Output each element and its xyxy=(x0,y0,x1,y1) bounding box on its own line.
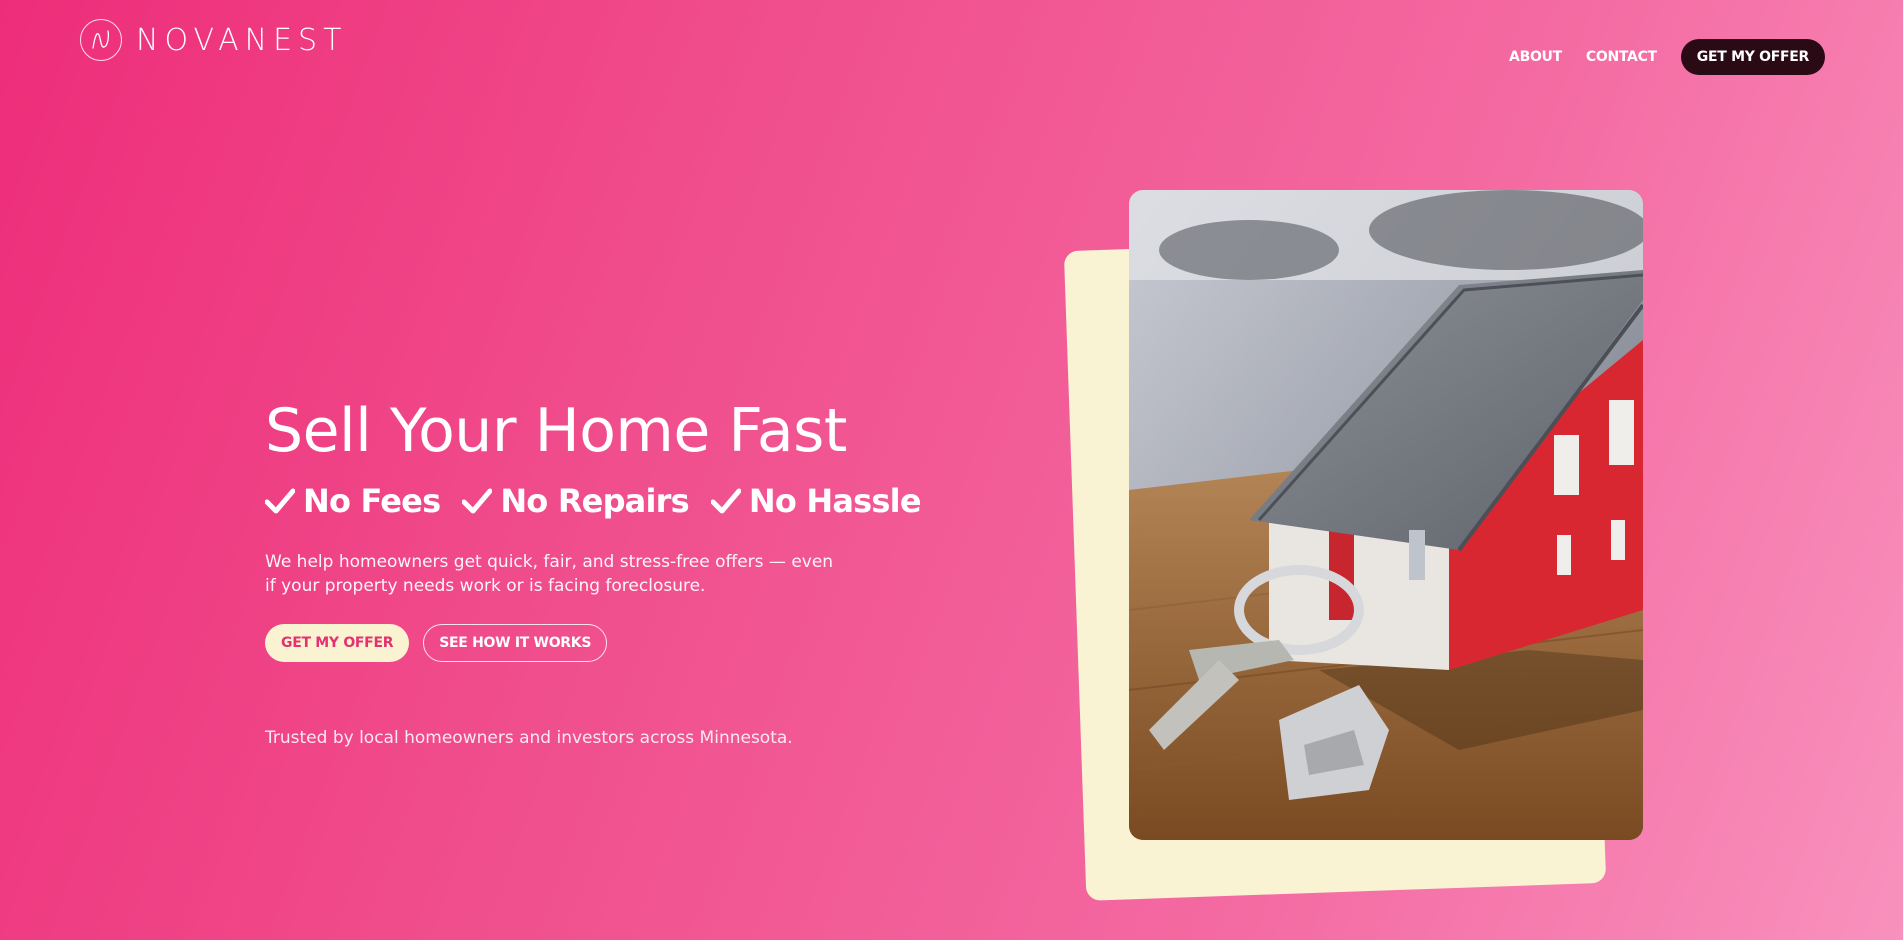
hero-section: Sell Your Home Fast No Fees No Repairs N… xyxy=(265,396,922,748)
hero-buttons: GET MY OFFER SEE HOW IT WORKS xyxy=(265,624,905,662)
logo-n-icon xyxy=(80,19,122,61)
house-keys-photo xyxy=(1129,190,1643,840)
how-it-works-button[interactable]: SEE HOW IT WORKS xyxy=(423,624,608,662)
main-nav: ABOUT CONTACT GET MY OFFER xyxy=(1509,39,1825,75)
benefit-no-hassle: No Hassle xyxy=(710,482,922,520)
benefit-label: No Fees xyxy=(303,482,441,520)
checkmark-icon xyxy=(265,488,295,514)
brand-name: NOVANEST xyxy=(136,22,348,58)
trust-text: Trusted by local homeowners and investor… xyxy=(265,728,793,748)
hero-title: Sell Your Home Fast xyxy=(265,396,847,466)
benefit-label: No Repairs xyxy=(500,482,689,520)
checkmark-icon xyxy=(710,488,741,514)
benefit-no-fees: No Fees xyxy=(265,482,441,520)
benefits-list: No Fees No Repairs No Hassle xyxy=(265,482,922,520)
benefit-no-repairs: No Repairs xyxy=(462,482,690,520)
benefit-label: No Hassle xyxy=(748,482,922,520)
nav-get-offer-button[interactable]: GET MY OFFER xyxy=(1680,39,1825,75)
nav-about-link[interactable]: ABOUT xyxy=(1509,49,1562,65)
checkmark-icon xyxy=(462,488,493,514)
logo[interactable]: NOVANEST xyxy=(80,19,347,61)
nav-contact-link[interactable]: CONTACT xyxy=(1586,49,1657,65)
hero-description: We help homeowners get quick, fair, and … xyxy=(265,552,834,596)
get-offer-button[interactable]: GET MY OFFER xyxy=(265,624,410,662)
